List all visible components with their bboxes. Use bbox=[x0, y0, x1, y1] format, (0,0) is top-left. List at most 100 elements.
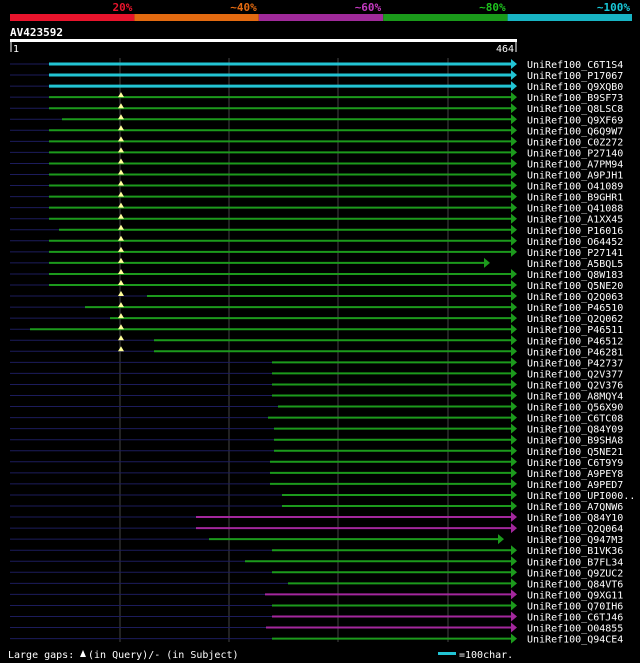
hit-row[interactable]: UniRef100_P16016 bbox=[10, 224, 623, 237]
hit-id-link[interactable]: UniRef100_Q9XQB0 bbox=[527, 82, 623, 93]
hit-row[interactable]: UniRef100_Q5NE21 bbox=[10, 445, 623, 458]
hit-row[interactable]: UniRef100_Q9XF69 bbox=[10, 114, 623, 126]
hit-row[interactable]: UniRef100_P27140 bbox=[10, 147, 623, 159]
hit-id-link[interactable]: UniRef100_Q56X90 bbox=[527, 403, 623, 414]
hit-id-link[interactable]: UniRef100_O04855 bbox=[527, 624, 623, 635]
hit-id-link[interactable]: UniRef100_B7FL34 bbox=[527, 557, 623, 568]
hit-row[interactable]: UniRef100_Q84Y10 bbox=[10, 512, 623, 524]
hit-id-link[interactable]: UniRef100_A9PEY8 bbox=[527, 469, 623, 480]
hit-id-link[interactable]: UniRef100_C6T9Y9 bbox=[527, 458, 623, 469]
hit-id-link[interactable]: UniRef100_Q84Y10 bbox=[527, 513, 623, 524]
hit-row[interactable]: UniRef100_C6TC08 bbox=[10, 412, 623, 425]
hit-id-link[interactable]: UniRef100_P27141 bbox=[527, 248, 623, 259]
hit-row[interactable]: UniRef100_Q8W183 bbox=[10, 268, 623, 281]
hit-row[interactable]: UniRef100_UPI000.. bbox=[10, 489, 635, 502]
hit-row[interactable]: UniRef100_O04855 bbox=[10, 622, 623, 635]
hit-id-link[interactable]: UniRef100_Q9XG11 bbox=[527, 590, 623, 601]
hit-row[interactable]: UniRef100_A7QNW6 bbox=[10, 501, 623, 513]
hit-id-link[interactable]: UniRef100_C6T1S4 bbox=[527, 60, 623, 71]
hit-row[interactable]: UniRef100_Q9XQB0 bbox=[10, 81, 623, 93]
hit-id-link[interactable]: UniRef100_A1XX45 bbox=[527, 215, 623, 226]
hit-row[interactable]: UniRef100_C6TJ46 bbox=[10, 611, 623, 624]
hit-id-link[interactable]: UniRef100_Q5NE21 bbox=[527, 447, 623, 458]
hit-id-link[interactable]: UniRef100_P46281 bbox=[527, 347, 623, 358]
hit-id-link[interactable]: UniRef100_Q8W183 bbox=[527, 270, 623, 281]
hit-id-link[interactable]: UniRef100_Q2V377 bbox=[527, 369, 623, 380]
hit-id-link[interactable]: UniRef100_Q94CE4 bbox=[527, 635, 623, 646]
hit-row[interactable]: UniRef100_O64452 bbox=[10, 235, 623, 248]
hit-row[interactable]: UniRef100_Q6Q9W7 bbox=[10, 125, 623, 137]
hit-row[interactable]: UniRef100_B9GHR1 bbox=[10, 191, 623, 204]
hit-row[interactable]: UniRef100_Q84Y09 bbox=[10, 423, 623, 436]
hit-id-link[interactable]: UniRef100_B9SF73 bbox=[527, 93, 623, 104]
hit-id-link[interactable]: UniRef100_A9PJH1 bbox=[527, 171, 623, 182]
hit-row[interactable]: UniRef100_P17067 bbox=[10, 70, 623, 82]
hit-id-link[interactable]: UniRef100_Q6Q9W7 bbox=[527, 126, 623, 137]
hit-row[interactable]: UniRef100_P46512 bbox=[10, 335, 623, 347]
hit-row[interactable]: UniRef100_C0Z272 bbox=[10, 136, 623, 148]
hit-row[interactable]: UniRef100_A5BQL5 bbox=[10, 257, 623, 270]
hit-row[interactable]: UniRef100_P46510 bbox=[10, 302, 623, 314]
hit-id-link[interactable]: UniRef100_Q9ZUC2 bbox=[527, 568, 623, 579]
hit-id-link[interactable]: UniRef100_P46510 bbox=[527, 303, 623, 314]
hit-row[interactable]: UniRef100_A8MQY4 bbox=[10, 390, 623, 403]
hit-row[interactable]: UniRef100_A9PJH1 bbox=[10, 169, 623, 182]
hit-id-link[interactable]: UniRef100_Q947M3 bbox=[527, 535, 623, 546]
hit-id-link[interactable]: UniRef100_B9SHA8 bbox=[527, 436, 623, 447]
hit-row[interactable]: UniRef100_Q41088 bbox=[10, 202, 623, 215]
hit-row[interactable]: UniRef100_Q5NE20 bbox=[10, 280, 623, 292]
hit-id-link[interactable]: UniRef100_C6TC08 bbox=[527, 414, 623, 425]
hit-id-link[interactable]: UniRef100_A5BQL5 bbox=[527, 259, 623, 270]
hit-row[interactable]: UniRef100_Q2V376 bbox=[10, 379, 623, 391]
hit-row[interactable]: UniRef100_Q70IH6 bbox=[10, 600, 623, 612]
hit-row[interactable]: UniRef100_P27141 bbox=[10, 246, 623, 259]
hit-id-link[interactable]: UniRef100_O41089 bbox=[527, 182, 623, 193]
hit-row[interactable]: UniRef100_P46281 bbox=[10, 346, 623, 358]
hit-row[interactable]: UniRef100_Q2Q062 bbox=[10, 313, 623, 325]
hit-id-link[interactable]: UniRef100_A8MQY4 bbox=[527, 392, 623, 403]
hit-row[interactable]: UniRef100_C6T9Y9 bbox=[10, 456, 623, 469]
hit-row[interactable]: UniRef100_Q56X90 bbox=[10, 401, 623, 414]
hit-row[interactable]: UniRef100_B7FL34 bbox=[10, 556, 623, 568]
hit-row[interactable]: UniRef100_B9SHA8 bbox=[10, 434, 623, 447]
hit-id-link[interactable]: UniRef100_Q84VT6 bbox=[527, 579, 623, 590]
hit-id-link[interactable]: UniRef100_P42737 bbox=[527, 358, 623, 369]
hit-id-link[interactable]: UniRef100_UPI000.. bbox=[527, 491, 635, 502]
hit-id-link[interactable]: UniRef100_B9GHR1 bbox=[527, 193, 623, 204]
hit-row[interactable]: UniRef100_A1XX45 bbox=[10, 213, 623, 226]
hit-id-link[interactable]: UniRef100_Q2Q062 bbox=[527, 314, 623, 325]
hit-id-link[interactable]: UniRef100_Q9XF69 bbox=[527, 115, 623, 126]
hit-row[interactable]: UniRef100_A7PM94 bbox=[10, 158, 623, 170]
hit-id-link[interactable]: UniRef100_Q84Y09 bbox=[527, 425, 623, 436]
hit-row[interactable]: UniRef100_Q947M3 bbox=[10, 534, 623, 546]
hit-row[interactable]: UniRef100_B9SF73 bbox=[10, 92, 623, 104]
hit-id-link[interactable]: UniRef100_Q8LSC8 bbox=[527, 104, 623, 115]
hit-row[interactable]: UniRef100_Q8LSC8 bbox=[10, 103, 623, 115]
hit-row[interactable]: UniRef100_A9PED7 bbox=[10, 478, 623, 491]
hit-id-link[interactable]: UniRef100_P46512 bbox=[527, 336, 623, 347]
hit-row[interactable]: UniRef100_Q94CE4 bbox=[10, 633, 623, 646]
hit-id-link[interactable]: UniRef100_Q2Q063 bbox=[527, 292, 623, 303]
hit-id-link[interactable]: UniRef100_O64452 bbox=[527, 237, 623, 248]
hit-row[interactable]: UniRef100_Q9ZUC2 bbox=[10, 567, 623, 579]
hit-id-link[interactable]: UniRef100_B1VK36 bbox=[527, 546, 623, 557]
hit-id-link[interactable]: UniRef100_P27140 bbox=[527, 148, 623, 159]
hit-row[interactable]: UniRef100_P46511 bbox=[10, 324, 623, 336]
hit-id-link[interactable]: UniRef100_A7PM94 bbox=[527, 159, 623, 170]
hit-id-link[interactable]: UniRef100_A9PED7 bbox=[527, 480, 623, 491]
hit-row[interactable]: UniRef100_Q2Q063 bbox=[10, 291, 623, 303]
hit-row[interactable]: UniRef100_A9PEY8 bbox=[10, 467, 623, 480]
hit-id-link[interactable]: UniRef100_C0Z272 bbox=[527, 137, 623, 148]
hit-row[interactable]: UniRef100_B1VK36 bbox=[10, 545, 623, 557]
hit-row[interactable]: UniRef100_O41089 bbox=[10, 180, 623, 193]
hit-row[interactable]: UniRef100_P42737 bbox=[10, 357, 623, 369]
hit-id-link[interactable]: UniRef100_Q41088 bbox=[527, 204, 623, 215]
hit-id-link[interactable]: UniRef100_P16016 bbox=[527, 226, 623, 237]
hit-row[interactable]: UniRef100_C6T1S4 bbox=[10, 59, 623, 71]
hit-id-link[interactable]: UniRef100_Q2Q064 bbox=[527, 524, 623, 535]
hit-id-link[interactable]: UniRef100_Q70IH6 bbox=[527, 601, 623, 612]
hit-row[interactable]: UniRef100_Q2Q064 bbox=[10, 523, 623, 535]
hit-row[interactable]: UniRef100_Q9XG11 bbox=[10, 589, 623, 601]
hit-id-link[interactable]: UniRef100_Q2V376 bbox=[527, 380, 623, 391]
hit-row[interactable]: UniRef100_Q84VT6 bbox=[10, 578, 623, 590]
